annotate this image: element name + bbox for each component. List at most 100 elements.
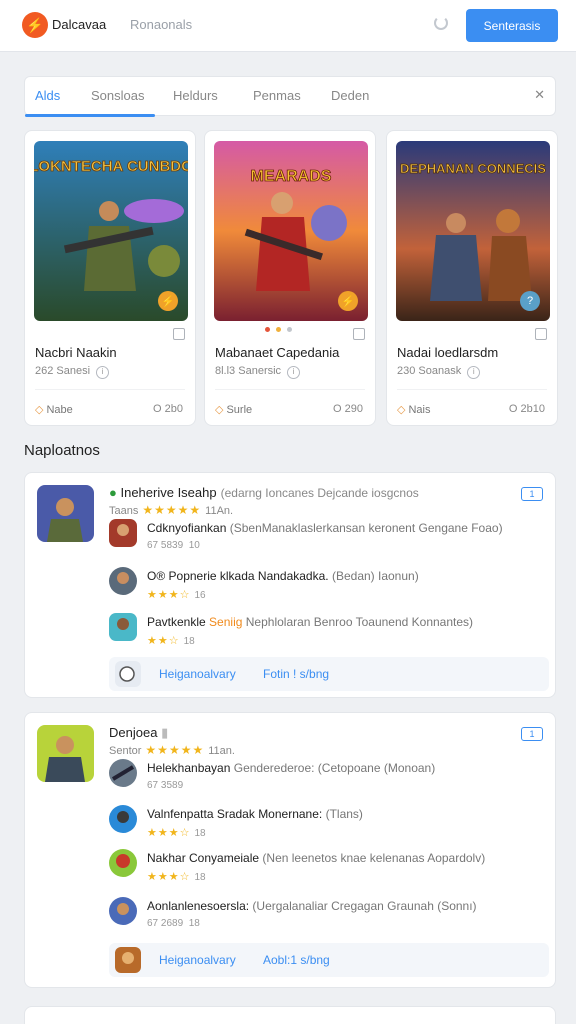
item-meta: 67 2689 18 [147,918,200,929]
divider [397,389,547,390]
player-count: O 2b10 [508,403,545,415]
game-mode: ◇ Nabe [35,404,73,416]
lightning-icon: ⚡ [338,291,358,311]
game-title: Nadai loedlarsdm [397,345,499,360]
cover-title-text: SLOKNTECHA CUNBDOS [34,158,188,175]
pin-icon: ▮ [161,725,169,740]
game-cover-image: SLOKNTECHA CUNBDOS ⚡ [34,141,188,321]
carousel-dots[interactable] [265,327,292,332]
item-title: Nakhar Conyameiale (Nen leenetos knae ke… [147,851,486,865]
list-item[interactable]: Aonlanlenesoersla: (Uergalanaliar Cregag… [109,897,539,937]
item-avatar [109,519,137,547]
bookmark-checkbox[interactable] [535,328,547,340]
item-title: Helekhanbayan Genderederoe: (Cetopoane (… [147,761,436,775]
cover-title-text: MEARADS [251,168,332,185]
footer-link[interactable]: Fotin ! s/bng [263,667,329,681]
player-count: O 290 [333,403,363,415]
count-badge[interactable]: 1 [521,727,543,741]
list-item[interactable]: Helekhanbayan Genderederoe: (Cetopoane (… [109,759,539,799]
tab-0[interactable]: Alds [35,88,60,103]
list-item[interactable]: Valnfenpatta Sradak Monernane: (Tlans) ★… [109,805,539,845]
primary-cta-button[interactable]: Senterasis [466,9,558,42]
item-title: Pavtkenkle Seniig Nephlolaran Benroo Toa… [147,615,474,629]
list-item[interactable]: Pavtkenkle Seniig Nephlolaran Benroo Toa… [109,613,539,653]
list-item[interactable]: Nakhar Conyameiale (Nen leenetos knae ke… [109,849,539,889]
footer-link[interactable]: Heiganoalvary [159,953,236,967]
bookmark-checkbox[interactable] [173,328,185,340]
game-title: Nacbri Naakin [35,345,117,360]
game-stats: 8l.l3 Sanersic i [215,365,301,379]
item-avatar [109,567,137,595]
footer-link[interactable]: Aobl:1 s/bng [263,953,330,967]
item-title: Aonlanlenesoersla: (Uergalanaliar Cregag… [147,899,477,913]
ghost-icon [115,661,141,687]
tab-1[interactable]: Sonsloas [91,88,144,103]
list-item[interactable]: O® Popnerie klkada Nandakadka. (Bedan) I… [109,567,539,607]
app-logo-icon[interactable]: ⚡ [22,12,48,38]
search-input[interactable]: Ronaonals [130,17,192,32]
divider [215,389,365,390]
star-rating: ★★★☆ [147,589,191,601]
game-title: Mabanaet Capedania [215,345,340,360]
loading-icon [434,16,448,30]
footer-link[interactable]: Heiganoalvary [159,667,236,681]
featured-card[interactable]: DEPHANAN CONNECIS ? Nadai loedlarsdm 230… [386,130,558,426]
info-icon: i [287,366,301,379]
cover-title-text: DEPHANAN CONNECIS [400,161,546,176]
tag-icon: ◇ [215,404,224,416]
game-list-card [24,1006,556,1024]
item-meta: ★★☆ 18 [147,635,195,647]
item-avatar [109,805,137,833]
rating: Sentor ★★★★★ 11an. [109,743,235,757]
app-name: Dalcavaa [52,17,107,32]
game-icon [115,947,141,973]
close-icon[interactable]: ✕ [534,87,545,103]
game-cover-image: DEPHANAN CONNECIS ? [396,141,550,321]
item-avatar [109,897,137,925]
star-rating: ★★★★★ [142,503,202,517]
item-meta: ★★★☆ 16 [147,589,206,601]
tab-4[interactable]: Deden [331,88,369,103]
list-title: Denjoea ▮ [109,725,169,740]
star-rating: ★★★☆ [147,871,191,883]
item-meta: 67 3589 [147,780,184,791]
info-icon: i [467,366,481,379]
star-rating: ★★☆ [147,635,180,647]
divider [35,389,185,390]
game-thumbnail[interactable] [37,725,94,782]
card-footer: Heiganoalvary Aobl:1 s/bng [109,943,549,977]
item-avatar [109,613,137,641]
featured-card[interactable]: SLOKNTECHA CUNBDOS ⚡ Nacbri Naakin 262 S… [24,130,196,426]
bookmark-checkbox[interactable] [353,328,365,340]
tab-2[interactable]: Heldurs [173,88,218,103]
check-icon: ● [109,485,117,500]
star-rating: ★★★★★ [145,743,205,757]
item-title: O® Popnerie klkada Nandakadka. (Bedan) I… [147,569,419,583]
list-item[interactable]: Cdknyofiankan (SbenManaklaslerkansan ker… [109,519,539,559]
player-count: O 2b0 [153,403,183,415]
game-list-card: ● Ineherive Iseahp (edarng Ioncanes Dejca… [24,472,556,698]
item-avatar [109,849,137,877]
card-footer: Heiganoalvary Fotin ! s/bng [109,657,549,691]
rating: Taans ★★★★★ 11An. [109,503,234,517]
tab-3[interactable]: Penmas [253,88,301,103]
tag-icon: ◇ [35,404,44,416]
list-title: ● Ineherive Iseahp (edarng Ioncanes Dejca… [109,485,419,500]
item-meta: ★★★☆ 18 [147,827,206,839]
category-tabs: Alds Sonsloas Heldurs Penmas Deden ✕ [24,76,556,117]
active-tab-indicator [25,114,155,117]
featured-card[interactable]: MEARADS ⚡ Mabanaet Capedania 8l.l3 Saner… [204,130,376,426]
top-bar: ⚡ Dalcavaa Ronaonals Senterasis [0,0,576,52]
game-stats: 262 Sanesi i [35,365,110,379]
info-icon: i [96,366,110,379]
item-avatar [109,759,137,787]
count-badge[interactable]: 1 [521,487,543,501]
section-title: Naploatnos [24,442,100,459]
game-mode: ◇ Nais [397,404,431,416]
star-rating: ★★★☆ [147,827,191,839]
game-cover-image: MEARADS ⚡ [214,141,368,321]
item-meta: 67 5839 10 [147,540,200,551]
game-stats: 230 Soanask i [397,365,481,379]
game-thumbnail[interactable] [37,485,94,542]
game-list-card: Denjoea ▮ Sentor ★★★★★ 11an. 1 Helekhanbay… [24,712,556,988]
